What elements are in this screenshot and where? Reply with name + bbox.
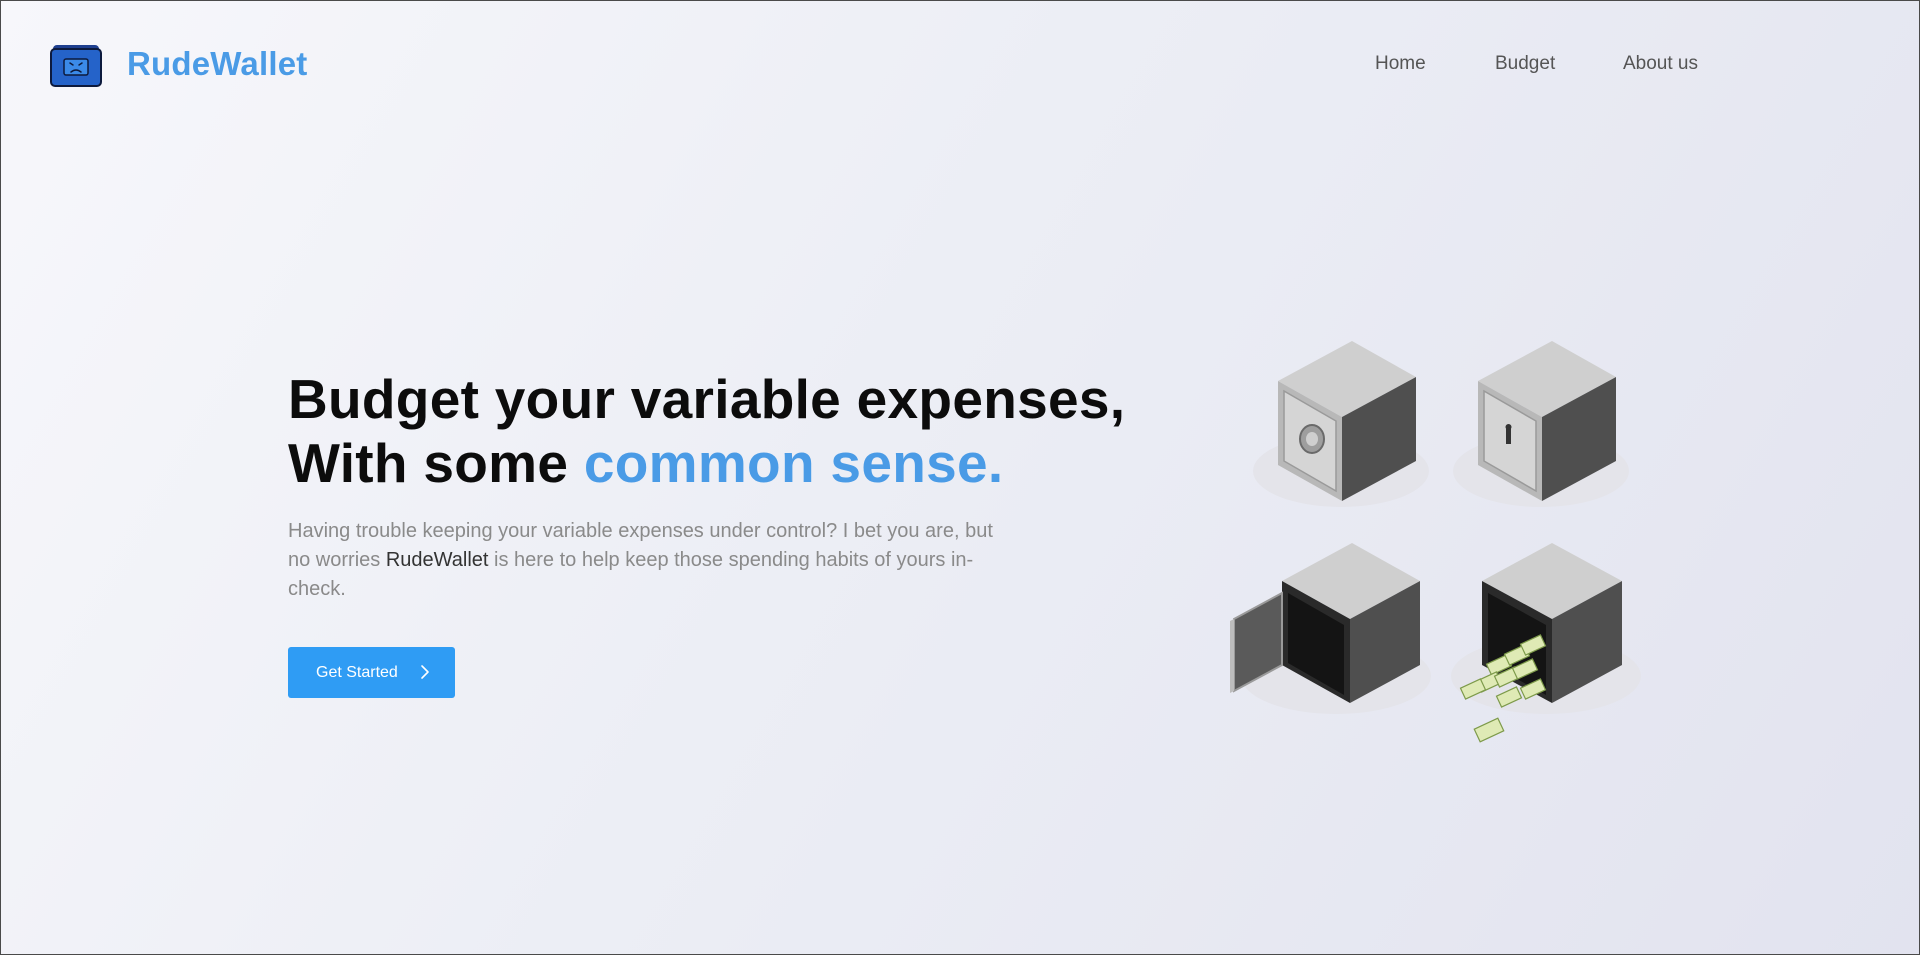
hero-headline: Budget your variable expenses, With some… xyxy=(288,367,1188,495)
brand-name[interactable]: RudeWallet xyxy=(127,45,307,83)
get-started-label: Get Started xyxy=(316,663,398,681)
nav-home-link[interactable]: Home xyxy=(1375,53,1426,75)
dial-safe xyxy=(1253,341,1429,507)
headline-accent: common sense. xyxy=(583,432,1004,494)
description-brand: RudeWallet xyxy=(385,549,489,571)
hero-section: Budget your variable expenses, With some… xyxy=(288,367,1188,624)
key-safe xyxy=(1453,341,1629,507)
headline-line-2-prefix: With some xyxy=(288,432,584,494)
top-nav: RudeWallet Home Budget About us xyxy=(1,1,1919,131)
open-empty-safe xyxy=(1230,543,1431,714)
get-started-button[interactable]: Get Started xyxy=(288,647,455,698)
safes-illustration xyxy=(1230,341,1641,743)
open-money-safe xyxy=(1451,543,1641,743)
nav-about-link[interactable]: About us xyxy=(1623,53,1698,75)
sad-wallet-icon[interactable] xyxy=(50,43,102,87)
headline-line-1: Budget your variable expenses, xyxy=(288,368,1126,430)
nav-budget-link[interactable]: Budget xyxy=(1495,53,1555,75)
chevron-right-icon xyxy=(421,665,429,679)
hero-description: Having trouble keeping your variable exp… xyxy=(288,517,1018,604)
